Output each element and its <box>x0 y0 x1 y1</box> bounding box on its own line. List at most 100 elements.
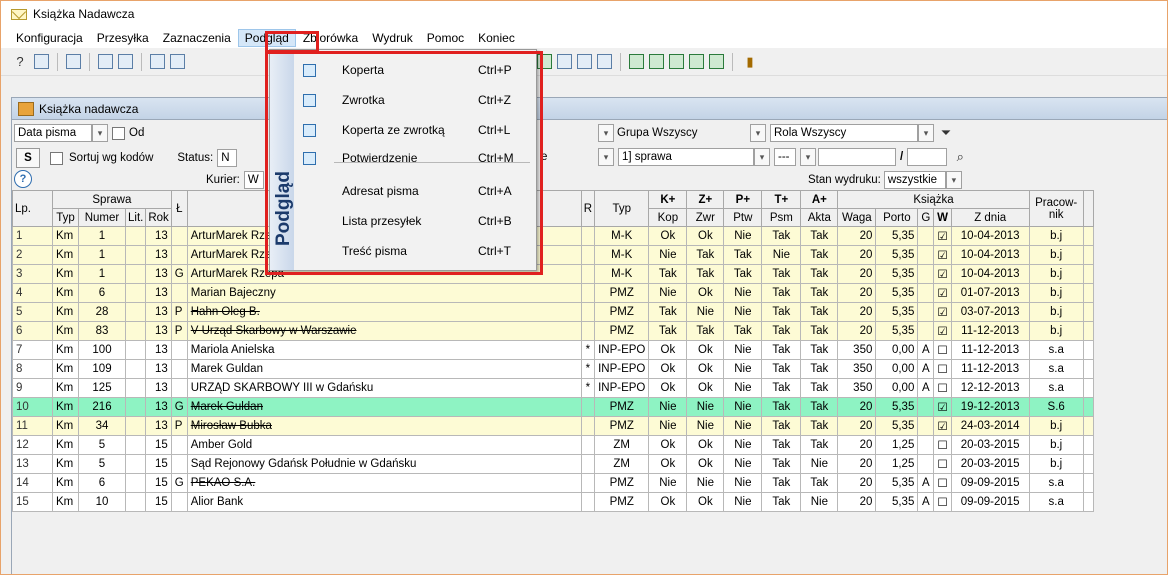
kurier-select[interactable]: W <box>243 171 264 189</box>
col-sub-ptw[interactable]: Ptw <box>723 208 763 227</box>
table-row[interactable]: 5 Km 28 13 P Hahn Oleg B. PMZ Tak Nie Nie Tak Tak 20… <box>12 302 1094 322</box>
stamp2-tool-icon[interactable] <box>577 54 592 69</box>
sprawa-select[interactable]: 1] sprawa <box>618 148 754 166</box>
cell-w[interactable]: ☑ <box>933 264 952 284</box>
menu-wydruk[interactable]: Wydruk <box>365 29 420 47</box>
col-p[interactable]: P+ <box>723 190 763 209</box>
help-icon[interactable]: ? <box>14 170 32 188</box>
col-sub-lit[interactable]: Lit. <box>124 208 147 227</box>
range-from-input[interactable] <box>818 148 896 166</box>
export2-tool-icon[interactable] <box>649 54 664 69</box>
menu-item-adresat-pisma[interactable]: Adresat pisma Ctrl+A <box>270 179 538 203</box>
col-typ[interactable]: Typ <box>594 190 650 227</box>
document-tool-icon[interactable] <box>170 54 185 69</box>
role-dropdown-icon[interactable]: ▾ <box>918 124 934 142</box>
export1-tool-icon[interactable] <box>629 54 644 69</box>
group-dropdown-icon[interactable]: ▾ <box>750 124 766 142</box>
sprawa-type-dropdown-icon[interactable]: ▾ <box>598 148 614 166</box>
col-sub-psm[interactable]: Psm <box>761 208 802 227</box>
cell-w[interactable]: ☐ <box>933 359 952 379</box>
col-sub-zwr[interactable]: Zwr <box>686 208 725 227</box>
tools-tool-icon[interactable] <box>597 54 612 69</box>
menu-zaznaczenia[interactable]: Zaznaczenia <box>156 29 238 47</box>
table-row[interactable]: 2 Km 1 13 ArturMarek Rzepa M-K Nie Tak Tak Nie Tak… <box>12 245 1094 265</box>
col-pracownik[interactable]: Pracow-nik <box>1028 190 1084 227</box>
export5-tool-icon[interactable] <box>709 54 724 69</box>
table-row[interactable]: 1 Km 1 13 ArturMarek Rzepa M-K Ok Ok Nie Tak Tak 20… <box>12 226 1094 246</box>
menu-item-tresc-pisma[interactable]: Treść pisma Ctrl+T <box>270 239 538 263</box>
menu-item-lista-przesylek[interactable]: Lista przesyłek Ctrl+B <box>270 209 538 233</box>
sprawa-dropdown-icon[interactable]: ▾ <box>754 148 770 166</box>
s-button[interactable]: S <box>16 148 40 168</box>
envelope-tool-icon[interactable] <box>34 54 49 69</box>
menu-item-potwierdzenie[interactable]: Potwierdzenie Ctrl+M <box>270 146 538 170</box>
table-row[interactable]: 6 Km 83 13 P V Urząd Skarbowy w Warszawie PMZ T… <box>12 321 1094 341</box>
users-tool-icon[interactable] <box>66 54 81 69</box>
status-select[interactable]: N <box>217 149 238 167</box>
group-select[interactable]: Grupa Wszyscy <box>614 124 750 142</box>
cell-w[interactable]: ☑ <box>933 302 952 322</box>
group-left-dropdown-icon[interactable]: ▾ <box>598 124 614 142</box>
date-field-dropdown-icon[interactable]: ▾ <box>92 124 108 142</box>
date-field-select[interactable]: Data pisma <box>14 124 92 142</box>
role-select[interactable]: Rola Wszyscy <box>770 124 918 142</box>
col-ksiazka[interactable]: Książka <box>837 190 1030 209</box>
table-row[interactable]: 15 Km 10 15 Alior Bank PMZ Ok Ok Nie Tak Nie 20 5,35… <box>12 492 1094 512</box>
table-row[interactable]: 10 Km 216 13 G Marek Guldan PMZ Nie Nie Nie Tak Tak… <box>12 397 1094 417</box>
col-sub-rok[interactable]: Rok <box>145 208 172 227</box>
hand-tool-icon[interactable] <box>118 54 133 69</box>
dash-select[interactable]: --- <box>774 148 796 166</box>
cell-w[interactable]: ☐ <box>933 340 952 360</box>
cell-w[interactable]: ☐ <box>933 454 952 474</box>
cell-w[interactable]: ☐ <box>933 492 952 512</box>
table-row[interactable]: 3 Km 1 13 G ArturMarek Rzepa M-K Tak Tak Tak Tak Ta… <box>12 264 1094 284</box>
table-row[interactable]: 11 Km 34 13 P Mirosław Bubka PMZ Nie Nie Nie Tak Ta… <box>12 416 1094 436</box>
cell-w[interactable]: ☑ <box>933 245 952 265</box>
col-z[interactable]: Z+ <box>686 190 725 209</box>
menu-konfiguracja[interactable]: Konfiguracja <box>9 29 90 47</box>
table-row[interactable]: 4 Km 6 13 Marian Bajeczny PMZ Nie Ok Nie Tak Tak 20… <box>12 283 1094 303</box>
col-t[interactable]: T+ <box>761 190 802 209</box>
col-sub-kop[interactable]: Kop <box>648 208 688 227</box>
export3-tool-icon[interactable] <box>669 54 684 69</box>
print-book-tool-icon[interactable] <box>537 54 552 69</box>
col-r[interactable]: R <box>580 190 596 227</box>
menu-podglad[interactable]: Podgląd <box>237 28 296 47</box>
help-tool-icon[interactable]: ? <box>11 53 29 71</box>
col-lp[interactable]: Lp. <box>12 190 53 227</box>
cell-w[interactable]: ☑ <box>933 397 952 417</box>
col-l[interactable]: Ł <box>170 190 188 227</box>
stan-select[interactable]: wszystkie <box>883 171 946 189</box>
stan-dropdown-icon[interactable]: ▾ <box>945 171 962 189</box>
col-sub-waga[interactable]: Waga <box>837 208 877 227</box>
table-row[interactable]: 9 Km 125 13 URZĄD SKARBOWY III w Gdańsku * INP… <box>12 378 1094 398</box>
extra-dropdown-icon[interactable]: ▾ <box>800 148 816 166</box>
stamp-tool-icon[interactable] <box>150 54 165 69</box>
col-sub-g[interactable]: G <box>917 208 935 227</box>
import-tool-icon[interactable] <box>98 54 113 69</box>
cell-w[interactable]: ☑ <box>933 283 952 303</box>
table-row[interactable]: 13 Km 5 15 Sąd Rejonowy Gdańsk Południe w Gd… <box>12 454 1094 474</box>
col-sub-numer[interactable]: Numer <box>78 208 126 227</box>
exit-door-icon[interactable]: ▮ <box>741 53 759 71</box>
col-sprawa[interactable]: Sprawa <box>52 190 172 209</box>
menu-zbiorowka[interactable]: Zbiorówka <box>296 29 365 47</box>
col-sub-w[interactable]: W <box>933 208 952 227</box>
cell-w[interactable]: ☑ <box>933 226 952 246</box>
export4-tool-icon[interactable] <box>689 54 704 69</box>
cell-w[interactable]: ☐ <box>933 378 952 398</box>
table-row[interactable]: 8 Km 109 13 Marek Guldan * INP-EPO Ok Ok Nie Tak Ta… <box>12 359 1094 379</box>
col-k[interactable]: K+ <box>648 190 688 209</box>
binoculars-icon[interactable]: ⌕ <box>951 148 969 166</box>
table-row[interactable]: 14 Km 6 15 G PEKAO S.A. PMZ Nie Nie Nie Tak Tak 20 5,… <box>12 473 1094 493</box>
table-row[interactable]: 12 Km 5 15 Amber Gold ZM Ok Ok Nie Tak Tak 20 1,25 ☐ 2… <box>12 435 1094 455</box>
menu-koniec[interactable]: Koniec <box>471 29 522 47</box>
menu-item-zwrotka[interactable]: Zwrotka Ctrl+Z <box>270 88 538 112</box>
od-checkbox[interactable] <box>112 126 125 140</box>
sprawa-type-select[interactable]: e <box>538 148 598 166</box>
cell-w[interactable]: ☐ <box>933 473 952 493</box>
sort-checkbox[interactable] <box>50 151 63 165</box>
menu-item-koperta[interactable]: Koperta Ctrl+P <box>270 58 538 82</box>
table-row[interactable]: 7 Km 100 13 Mariola Anielska * INP-EPO Ok Ok Nie T… <box>12 340 1094 360</box>
menu-item-koperta-ze-zwrotka[interactable]: Koperta ze zwrotką Ctrl+L <box>270 118 538 142</box>
